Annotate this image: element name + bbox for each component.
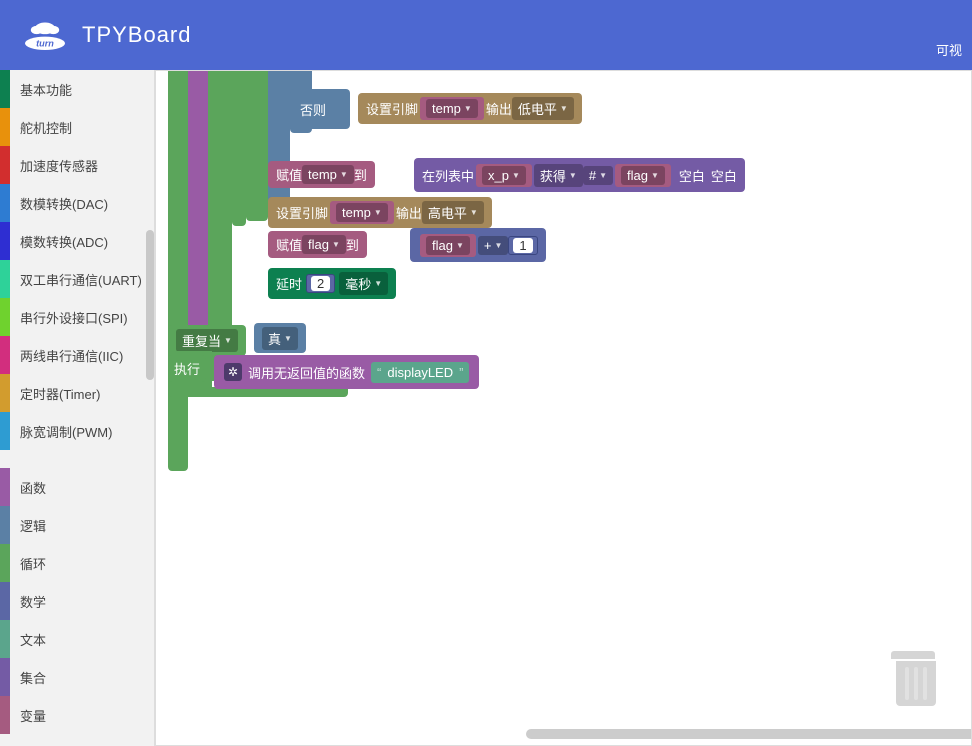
category-stripe xyxy=(0,146,10,184)
category-label: 双工串行通信(UART) xyxy=(20,270,142,289)
category-label: 舵机控制 xyxy=(20,118,72,137)
var-temp-dropdown-2[interactable]: temp▼ xyxy=(336,203,388,222)
category-label: 模数转换(ADC) xyxy=(20,232,108,251)
set-pin-high-block[interactable]: 设置引脚 temp▼ 输出 高电平▼ xyxy=(268,197,492,228)
block-workspace[interactable]: 否则 设置引脚 temp▼ 输出 低电平▼ 赋值 temp▼ xyxy=(155,70,972,746)
trash-icon[interactable] xyxy=(891,655,941,710)
loop-inner-arm-3 xyxy=(246,71,268,221)
category-stripe xyxy=(0,184,10,222)
category-item[interactable]: 定时器(Timer) xyxy=(0,374,154,412)
category-label: 逻辑 xyxy=(20,516,46,535)
category-label: 基本功能 xyxy=(20,80,72,99)
category-stripe xyxy=(0,260,10,298)
category-item[interactable]: 数学 xyxy=(0,582,154,620)
category-stripe xyxy=(0,70,10,108)
category-stripe xyxy=(0,544,10,582)
category-item[interactable]: 两线串行通信(IIC) xyxy=(0,336,154,374)
category-item[interactable]: 舵机控制 xyxy=(0,108,154,146)
category-label: 集合 xyxy=(20,668,46,687)
sidebar-scrollbar[interactable] xyxy=(146,230,154,380)
category-sidebar: 基本功能舵机控制加速度传感器数模转换(DAC) 模数转换(ADC) 双工串行通信(U… xyxy=(0,70,155,746)
category-label: 数模转换(DAC) xyxy=(20,194,108,213)
category-stripe xyxy=(0,620,10,658)
category-label: 串行外设接口(SPI) xyxy=(20,308,128,327)
var-xp-dropdown[interactable]: x_p▼ xyxy=(482,166,526,185)
math-add-block[interactable]: flag▼ +▼ 1 xyxy=(410,228,546,262)
category-item[interactable]: 基本功能 xyxy=(0,70,154,108)
category-label: 脉宽调制(PWM) xyxy=(20,422,112,441)
category-item[interactable]: 函数 xyxy=(0,468,154,506)
else-label-block[interactable]: 否则 xyxy=(290,89,350,129)
category-label: 函数 xyxy=(20,478,46,497)
category-item[interactable]: 逻辑 xyxy=(0,506,154,544)
svg-text:turn: turn xyxy=(36,39,54,49)
assign-temp-block[interactable]: 赋值 temp▼ 到 xyxy=(268,161,375,188)
func-name-input[interactable]: displayLED xyxy=(381,364,459,381)
true-block[interactable]: 真▼ xyxy=(254,323,306,353)
category-stripe xyxy=(0,582,10,620)
loop-inner-arm-2 xyxy=(232,71,246,226)
category-stripe xyxy=(0,412,10,450)
level-low-dropdown[interactable]: 低电平▼ xyxy=(512,97,574,120)
category-label: 定时器(Timer) xyxy=(20,384,100,403)
category-stripe xyxy=(0,696,10,734)
gear-icon[interactable]: ✲ xyxy=(228,365,238,379)
get-dropdown[interactable]: 获得▼ xyxy=(534,164,583,187)
category-label: 文本 xyxy=(20,630,46,649)
category-item[interactable]: 集合 xyxy=(0,658,154,696)
assign-var-flag[interactable]: flag▼ xyxy=(302,235,346,254)
true-dropdown[interactable]: 真▼ xyxy=(262,327,298,350)
var-flag-dropdown[interactable]: flag▼ xyxy=(621,166,665,185)
list-get-block[interactable]: 在列表中 x_p▼ 获得▼ #▼ flag▼ 空白 xyxy=(414,158,745,192)
plus-dropdown[interactable]: +▼ xyxy=(478,236,509,255)
workspace-h-scrollbar[interactable] xyxy=(526,729,972,739)
var-flag-dropdown-2[interactable]: flag▼ xyxy=(426,236,470,255)
call-function-block[interactable]: ✲ 调用无返回值的函数 “ displayLED ” xyxy=(214,355,479,389)
logo-icon: turn xyxy=(20,15,70,55)
header-right-label[interactable]: 可视 xyxy=(936,40,962,59)
hash-dropdown[interactable]: #▼ xyxy=(583,166,613,185)
delay-value-input[interactable]: 2 xyxy=(311,276,330,291)
var-temp-dropdown[interactable]: temp▼ xyxy=(426,99,478,118)
category-label: 两线串行通信(IIC) xyxy=(20,346,123,365)
level-high-dropdown[interactable]: 高电平▼ xyxy=(422,201,484,224)
category-stripe xyxy=(0,468,10,506)
category-item[interactable]: 模数转换(ADC) xyxy=(0,222,154,260)
category-label: 加速度传感器 xyxy=(20,156,98,175)
category-item[interactable]: 数模转换(DAC) xyxy=(0,184,154,222)
category-stripe xyxy=(0,222,10,260)
category-item[interactable]: 变量 xyxy=(0,696,154,734)
category-stripe xyxy=(0,336,10,374)
else-label: 否则 xyxy=(300,100,326,119)
category-stripe xyxy=(0,108,10,146)
if-else-arm xyxy=(268,71,290,211)
category-stripe xyxy=(0,374,10,412)
category-item[interactable]: 文本 xyxy=(0,620,154,658)
exec-label: 执行 xyxy=(168,355,206,382)
category-label: 变量 xyxy=(20,706,46,725)
app-title: TPYBoard xyxy=(82,22,192,48)
assign-flag-block[interactable]: 赋值 flag▼ 到 xyxy=(268,231,367,258)
category-item[interactable]: 脉宽调制(PWM) xyxy=(0,412,154,450)
num-1-input[interactable]: 1 xyxy=(513,238,532,253)
category-item[interactable]: 双工串行通信(UART) xyxy=(0,260,154,298)
delay-block[interactable]: 延时 2 毫秒▼ xyxy=(268,268,396,299)
category-stripe xyxy=(0,298,10,336)
assign-var-temp[interactable]: temp▼ xyxy=(302,165,354,184)
category-stripe xyxy=(0,506,10,544)
category-item[interactable]: 串行外设接口(SPI) xyxy=(0,298,154,336)
category-label: 数学 xyxy=(20,592,46,611)
delay-unit-dropdown[interactable]: 毫秒▼ xyxy=(339,272,388,295)
category-stripe xyxy=(0,658,10,696)
set-pin-low-block[interactable]: 设置引脚 temp▼ 输出 低电平▼ xyxy=(358,93,582,124)
app-header: turn TPYBoard 可视 xyxy=(0,0,972,70)
repeat-mode-dropdown[interactable]: 重复当▼ xyxy=(176,329,238,352)
category-label: 循环 xyxy=(20,554,46,573)
loop-outer-arm xyxy=(168,71,188,471)
category-item[interactable]: 加速度传感器 xyxy=(0,146,154,184)
category-item[interactable]: 循环 xyxy=(0,544,154,582)
